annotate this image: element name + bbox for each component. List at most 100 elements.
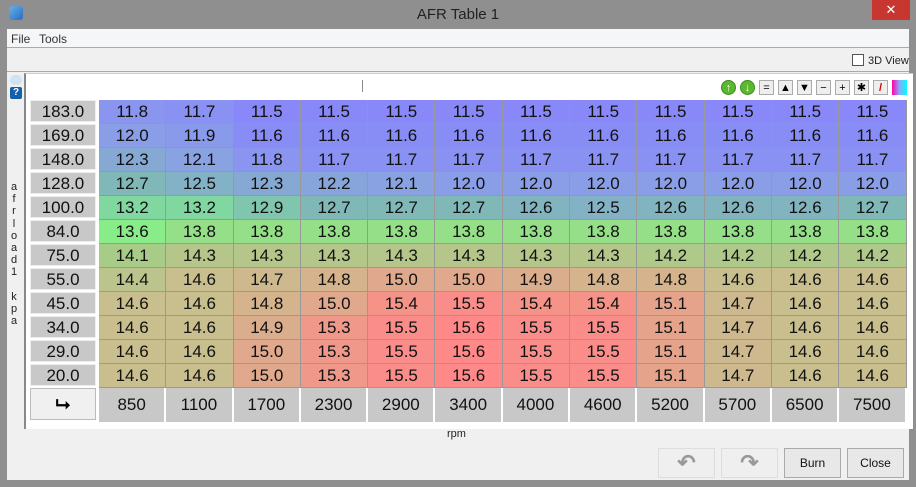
x-axis-cell[interactable]: 7500 <box>839 388 907 422</box>
table-cell[interactable]: 12.0 <box>704 172 772 196</box>
table-cell[interactable]: 14.7 <box>704 340 772 364</box>
table-cell[interactable]: 11.5 <box>771 100 840 124</box>
table-cell[interactable]: 14.6 <box>771 268 840 292</box>
table-cell[interactable]: 14.6 <box>166 268 234 292</box>
window-close-button[interactable]: ✕ <box>872 0 910 20</box>
table-cell[interactable]: 12.0 <box>502 172 571 196</box>
x-axis-cell[interactable]: 6500 <box>771 388 840 422</box>
table-cell[interactable]: 11.5 <box>637 100 705 124</box>
table-cell[interactable]: 14.8 <box>300 268 369 292</box>
x-axis-cell[interactable]: 4000 <box>502 388 571 422</box>
table-cell[interactable]: 14.6 <box>839 268 907 292</box>
table-cell[interactable]: 12.9 <box>233 196 301 220</box>
table-cell[interactable]: 12.2 <box>300 172 369 196</box>
table-cell[interactable]: 12.6 <box>637 196 705 220</box>
table-cell[interactable]: 11.5 <box>502 100 571 124</box>
table-cell[interactable]: 13.8 <box>435 220 503 244</box>
table-cell[interactable]: 14.6 <box>839 364 907 388</box>
table-cell[interactable]: 12.5 <box>570 196 638 220</box>
table-cell[interactable]: 11.5 <box>570 100 638 124</box>
y-axis-cell[interactable]: 45.0 <box>30 292 96 314</box>
table-cell[interactable]: 11.5 <box>233 100 301 124</box>
y-axis-cell[interactable]: 20.0 <box>30 364 96 386</box>
table-cell[interactable]: 11.7 <box>570 148 638 172</box>
table-cell[interactable]: 12.6 <box>771 196 840 220</box>
table-cell[interactable]: 11.6 <box>435 124 503 148</box>
table-cell[interactable]: 11.7 <box>637 148 705 172</box>
table-cell[interactable]: 13.8 <box>166 220 234 244</box>
table-cell[interactable]: 15.0 <box>233 364 301 388</box>
table-cell[interactable]: 15.5 <box>368 340 436 364</box>
table-cell[interactable]: 14.9 <box>233 316 301 340</box>
table-cell[interactable]: 15.5 <box>570 340 638 364</box>
table-cell[interactable]: 15.5 <box>502 364 571 388</box>
table-cell[interactable]: 11.7 <box>704 148 772 172</box>
table-cell[interactable]: 13.8 <box>300 220 369 244</box>
multiply-button[interactable]: ✱ <box>854 80 869 95</box>
table-cell[interactable]: 14.6 <box>771 340 840 364</box>
table-cell[interactable]: 14.3 <box>502 244 571 268</box>
table-cell[interactable]: 13.2 <box>99 196 167 220</box>
close-button[interactable]: Close <box>847 448 904 478</box>
table-cell[interactable]: 12.5 <box>166 172 234 196</box>
table-cell[interactable]: 15.5 <box>570 316 638 340</box>
table-cell[interactable]: 12.0 <box>637 172 705 196</box>
table-cell[interactable]: 14.6 <box>771 292 840 316</box>
table-cell[interactable]: 12.0 <box>570 172 638 196</box>
table-cell[interactable]: 14.2 <box>771 244 840 268</box>
table-cell[interactable]: 13.8 <box>637 220 705 244</box>
table-cell[interactable]: 14.8 <box>637 268 705 292</box>
table-cell[interactable]: 14.6 <box>99 292 167 316</box>
swap-axes-button[interactable]: ⮡ <box>30 388 96 420</box>
table-cell[interactable]: 11.6 <box>233 124 301 148</box>
y-axis-cell[interactable]: 128.0 <box>30 172 96 194</box>
table-cell[interactable]: 12.7 <box>99 172 167 196</box>
menu-file[interactable]: File <box>11 32 30 46</box>
table-cell[interactable]: 14.3 <box>435 244 503 268</box>
table-cell[interactable]: 11.5 <box>704 100 772 124</box>
table-cell[interactable]: 15.4 <box>502 292 571 316</box>
table-cell[interactable]: 14.2 <box>704 244 772 268</box>
table-cell[interactable]: 14.6 <box>166 292 234 316</box>
table-cell[interactable]: 14.6 <box>99 364 167 388</box>
table-cell[interactable]: 15.1 <box>637 340 705 364</box>
table-cell[interactable]: 14.2 <box>839 244 907 268</box>
burn-button[interactable]: Burn <box>784 448 841 478</box>
table-cell[interactable]: 15.1 <box>637 316 705 340</box>
table-cell[interactable]: 14.6 <box>704 268 772 292</box>
y-axis-cell[interactable]: 55.0 <box>30 268 96 290</box>
table-cell[interactable]: 13.8 <box>570 220 638 244</box>
table-cell[interactable]: 15.6 <box>435 364 503 388</box>
table-cell[interactable]: 12.0 <box>435 172 503 196</box>
table-cell[interactable]: 11.7 <box>502 148 571 172</box>
table-cell[interactable]: 15.0 <box>435 268 503 292</box>
y-axis-cell[interactable]: 169.0 <box>30 124 96 146</box>
table-cell[interactable]: 12.3 <box>99 148 167 172</box>
table-cell[interactable]: 13.6 <box>99 220 167 244</box>
table-cell[interactable]: 14.2 <box>637 244 705 268</box>
table-cell[interactable]: 14.9 <box>502 268 571 292</box>
subtract-button[interactable]: − <box>816 80 831 95</box>
set-equal-button[interactable]: = <box>759 80 774 95</box>
x-axis-cell[interactable]: 5700 <box>704 388 772 422</box>
table-cell[interactable]: 14.7 <box>233 268 301 292</box>
table-cell[interactable]: 12.6 <box>502 196 571 220</box>
x-axis-cell[interactable]: 850 <box>99 388 167 422</box>
table-cell[interactable]: 15.5 <box>368 316 436 340</box>
table-cell[interactable]: 14.6 <box>166 340 234 364</box>
table-cell[interactable]: 14.3 <box>570 244 638 268</box>
table-cell[interactable]: 11.8 <box>99 100 167 124</box>
x-axis-cell[interactable]: 1700 <box>233 388 301 422</box>
shift-up-icon[interactable]: ↑ <box>721 80 736 95</box>
table-cell[interactable]: 15.5 <box>502 340 571 364</box>
x-axis-cell[interactable]: 3400 <box>435 388 503 422</box>
table-cell[interactable]: 12.7 <box>300 196 369 220</box>
add-button[interactable]: + <box>835 80 850 95</box>
y-axis-cell[interactable]: 183.0 <box>30 100 96 122</box>
table-cell[interactable]: 11.5 <box>300 100 369 124</box>
y-axis-cell[interactable]: 148.0 <box>30 148 96 170</box>
table-cell[interactable]: 13.8 <box>704 220 772 244</box>
table-cell[interactable]: 12.3 <box>233 172 301 196</box>
y-axis-cell[interactable]: 29.0 <box>30 340 96 362</box>
table-cell[interactable]: 14.3 <box>300 244 369 268</box>
